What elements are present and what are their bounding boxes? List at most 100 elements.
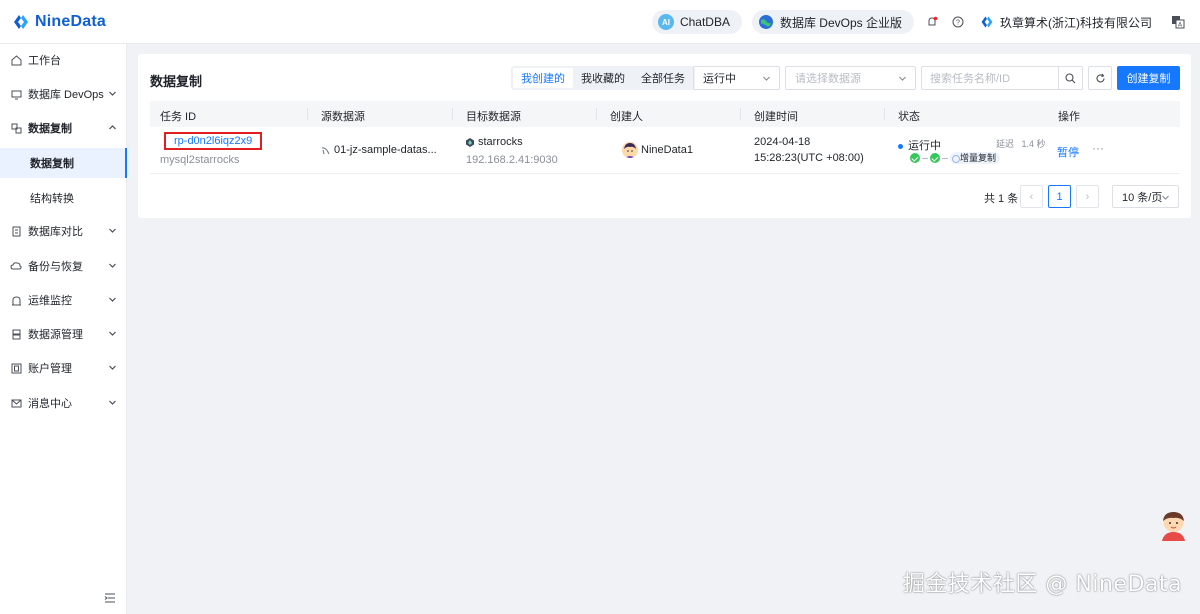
column-creator: 创建人: [610, 111, 643, 123]
creator-name: NineData1: [641, 144, 693, 156]
status-filter-select[interactable]: 运行中: [693, 66, 780, 90]
organization-switcher[interactable]: 玖章算术(浙江)科技有限公司: [980, 14, 1152, 31]
watermark-text: 掘金技术社区 @ NineData: [902, 572, 1182, 597]
company-name: 玖章算术(浙江)科技有限公司: [1000, 15, 1152, 30]
svg-text:?: ?: [956, 20, 960, 27]
sidebar-item-label: 数据复制: [28, 123, 72, 135]
creator-avatar: [622, 142, 638, 158]
task-name: mysql2starrocks: [160, 154, 240, 166]
help-icon[interactable]: ?: [950, 14, 966, 30]
create-replication-button[interactable]: 创建复制: [1117, 66, 1180, 90]
delay-value: 1.4 秒: [1021, 139, 1046, 149]
sidebar-item-label: 运维监控: [28, 295, 72, 307]
sidebar-item-label: 消息中心: [28, 398, 72, 410]
assistant-avatar-button[interactable]: [1159, 510, 1188, 541]
cloud-icon: [10, 260, 22, 272]
phase-complete-icon: [930, 153, 940, 163]
page-size-select[interactable]: 10 条/页: [1112, 185, 1179, 208]
column-divider: [452, 108, 453, 120]
pause-task-link[interactable]: 暂停: [1057, 144, 1079, 160]
sidebar-item-monitoring[interactable]: 运维监控: [0, 285, 127, 315]
search-icon[interactable]: [1058, 67, 1082, 89]
phase-connector: [922, 157, 928, 159]
monitor-icon: [10, 88, 22, 100]
task-id-link[interactable]: rp-d0n2l6iqz2x9: [164, 132, 263, 150]
sidebar-item-label: 结构转换: [30, 193, 74, 205]
chevron-left-icon: ‹: [1020, 185, 1043, 208]
sidebar-item-db-compare[interactable]: 数据库对比: [0, 216, 127, 246]
search-placeholder: 搜索任务名称/ID: [930, 73, 1011, 85]
organization-logo-icon: [981, 16, 993, 28]
sidebar-item-label: 工作台: [28, 55, 61, 67]
column-divider: [596, 108, 597, 120]
database-icon: [10, 328, 22, 340]
sidebar-item-replication[interactable]: 数据复制: [0, 148, 127, 178]
refresh-button[interactable]: [1088, 66, 1112, 90]
tab-all-tasks[interactable]: 全部任务: [633, 68, 693, 88]
more-actions-icon[interactable]: ···: [1092, 141, 1104, 155]
top-header: NineData AI ChatDBA 数据库 DevOps 企业版 ? 玖章算…: [0, 0, 1200, 44]
column-divider: [307, 108, 308, 120]
phase-connector: [942, 157, 948, 159]
brand-logo[interactable]: NineData: [12, 13, 106, 31]
created-date: 2024-04-18: [754, 136, 811, 148]
page-number: 1: [1048, 185, 1071, 208]
target-datasource-address: 192.168.2.41:9030: [466, 154, 558, 166]
ai-icon: AI: [657, 14, 674, 30]
chevron-down-icon: [109, 297, 116, 302]
sidebar-item-messages[interactable]: 消息中心: [0, 388, 127, 418]
language-switch-icon[interactable]: A: [1170, 14, 1186, 30]
sidebar-item-workbench[interactable]: 工作台: [0, 45, 127, 75]
mail-icon: [10, 397, 22, 409]
edition-switch-button[interactable]: 数据库 DevOps 企业版: [751, 10, 914, 34]
source-datasource[interactable]: 01-jz-sample-datas...: [321, 144, 437, 156]
page-title: 数据复制: [150, 74, 203, 89]
task-search-input[interactable]: 搜索任务名称/ID: [921, 66, 1083, 90]
sidebar-item-devops[interactable]: 数据库 DevOps: [0, 79, 127, 109]
sidebar-item-label: 数据复制: [30, 158, 74, 170]
chevron-down-icon: [109, 400, 116, 405]
column-target: 目标数据源: [466, 111, 521, 123]
sidebar-item-replication-group[interactable]: 数据复制: [0, 113, 127, 143]
phase-progress: 增量复制: [910, 152, 1001, 164]
brand-name: NineData: [35, 12, 106, 30]
sidebar-item-account[interactable]: 账户管理: [0, 353, 127, 383]
sidebar-item-label: 数据库对比: [28, 226, 83, 238]
sidebar-item-label: 备份与恢复: [28, 261, 83, 273]
replication-icon: [10, 122, 22, 134]
sidebar-item-backup[interactable]: 备份与恢复: [0, 251, 127, 281]
mysql-icon: [321, 146, 330, 154]
edition-label: 数据库 DevOps 企业版: [779, 15, 902, 30]
monitoring-icon: [10, 294, 22, 306]
pagination-prev-button[interactable]: ‹: [1020, 185, 1043, 208]
sidebar-item-datasource[interactable]: 数据源管理: [0, 319, 127, 349]
datasource-filter-select[interactable]: 请选择数据源: [785, 66, 916, 90]
column-divider: [740, 108, 741, 120]
replication-task-panel: 数据复制 我创建的 我收藏的 全部任务 运行中 请选择数据源 搜索任务名称/ID…: [138, 54, 1191, 218]
starrocks-icon: [466, 137, 474, 147]
sidebar: 工作台 数据库 DevOps 数据复制 数据复制 结构转换 数据库对比 备份与恢…: [0, 44, 127, 614]
column-status: 状态: [898, 111, 920, 123]
collapse-sidebar-icon[interactable]: [104, 592, 116, 604]
target-datasource[interactable]: starrocks: [466, 136, 523, 148]
chevron-down-icon: [763, 76, 770, 81]
notification-bell-icon[interactable]: [924, 14, 940, 30]
status-filter-value: 运行中: [703, 73, 736, 85]
tab-my-created[interactable]: 我创建的: [513, 68, 573, 88]
delay-label: 延迟: [996, 139, 1015, 149]
chevron-down-icon: [899, 76, 906, 81]
assistant-icon: [1162, 512, 1185, 541]
chatdba-label: ChatDBA: [679, 15, 730, 29]
column-created-time: 创建时间: [754, 111, 798, 123]
tab-my-favorites[interactable]: 我收藏的: [573, 68, 633, 88]
column-divider: [884, 108, 885, 120]
column-source: 源数据源: [321, 111, 365, 123]
status-indicator: 运行中: [898, 137, 941, 153]
pagination-next-button[interactable]: ›: [1076, 185, 1099, 208]
datasource-filter-placeholder: 请选择数据源: [795, 73, 861, 85]
chatdba-button[interactable]: AI ChatDBA: [651, 10, 742, 34]
sidebar-item-schema-conversion[interactable]: 结构转换: [0, 183, 127, 213]
phase-badge: 增量复制: [950, 152, 1001, 164]
pagination-page-button[interactable]: 1: [1048, 185, 1071, 208]
task-scope-tabs: 我创建的 我收藏的 全部任务: [511, 66, 695, 90]
